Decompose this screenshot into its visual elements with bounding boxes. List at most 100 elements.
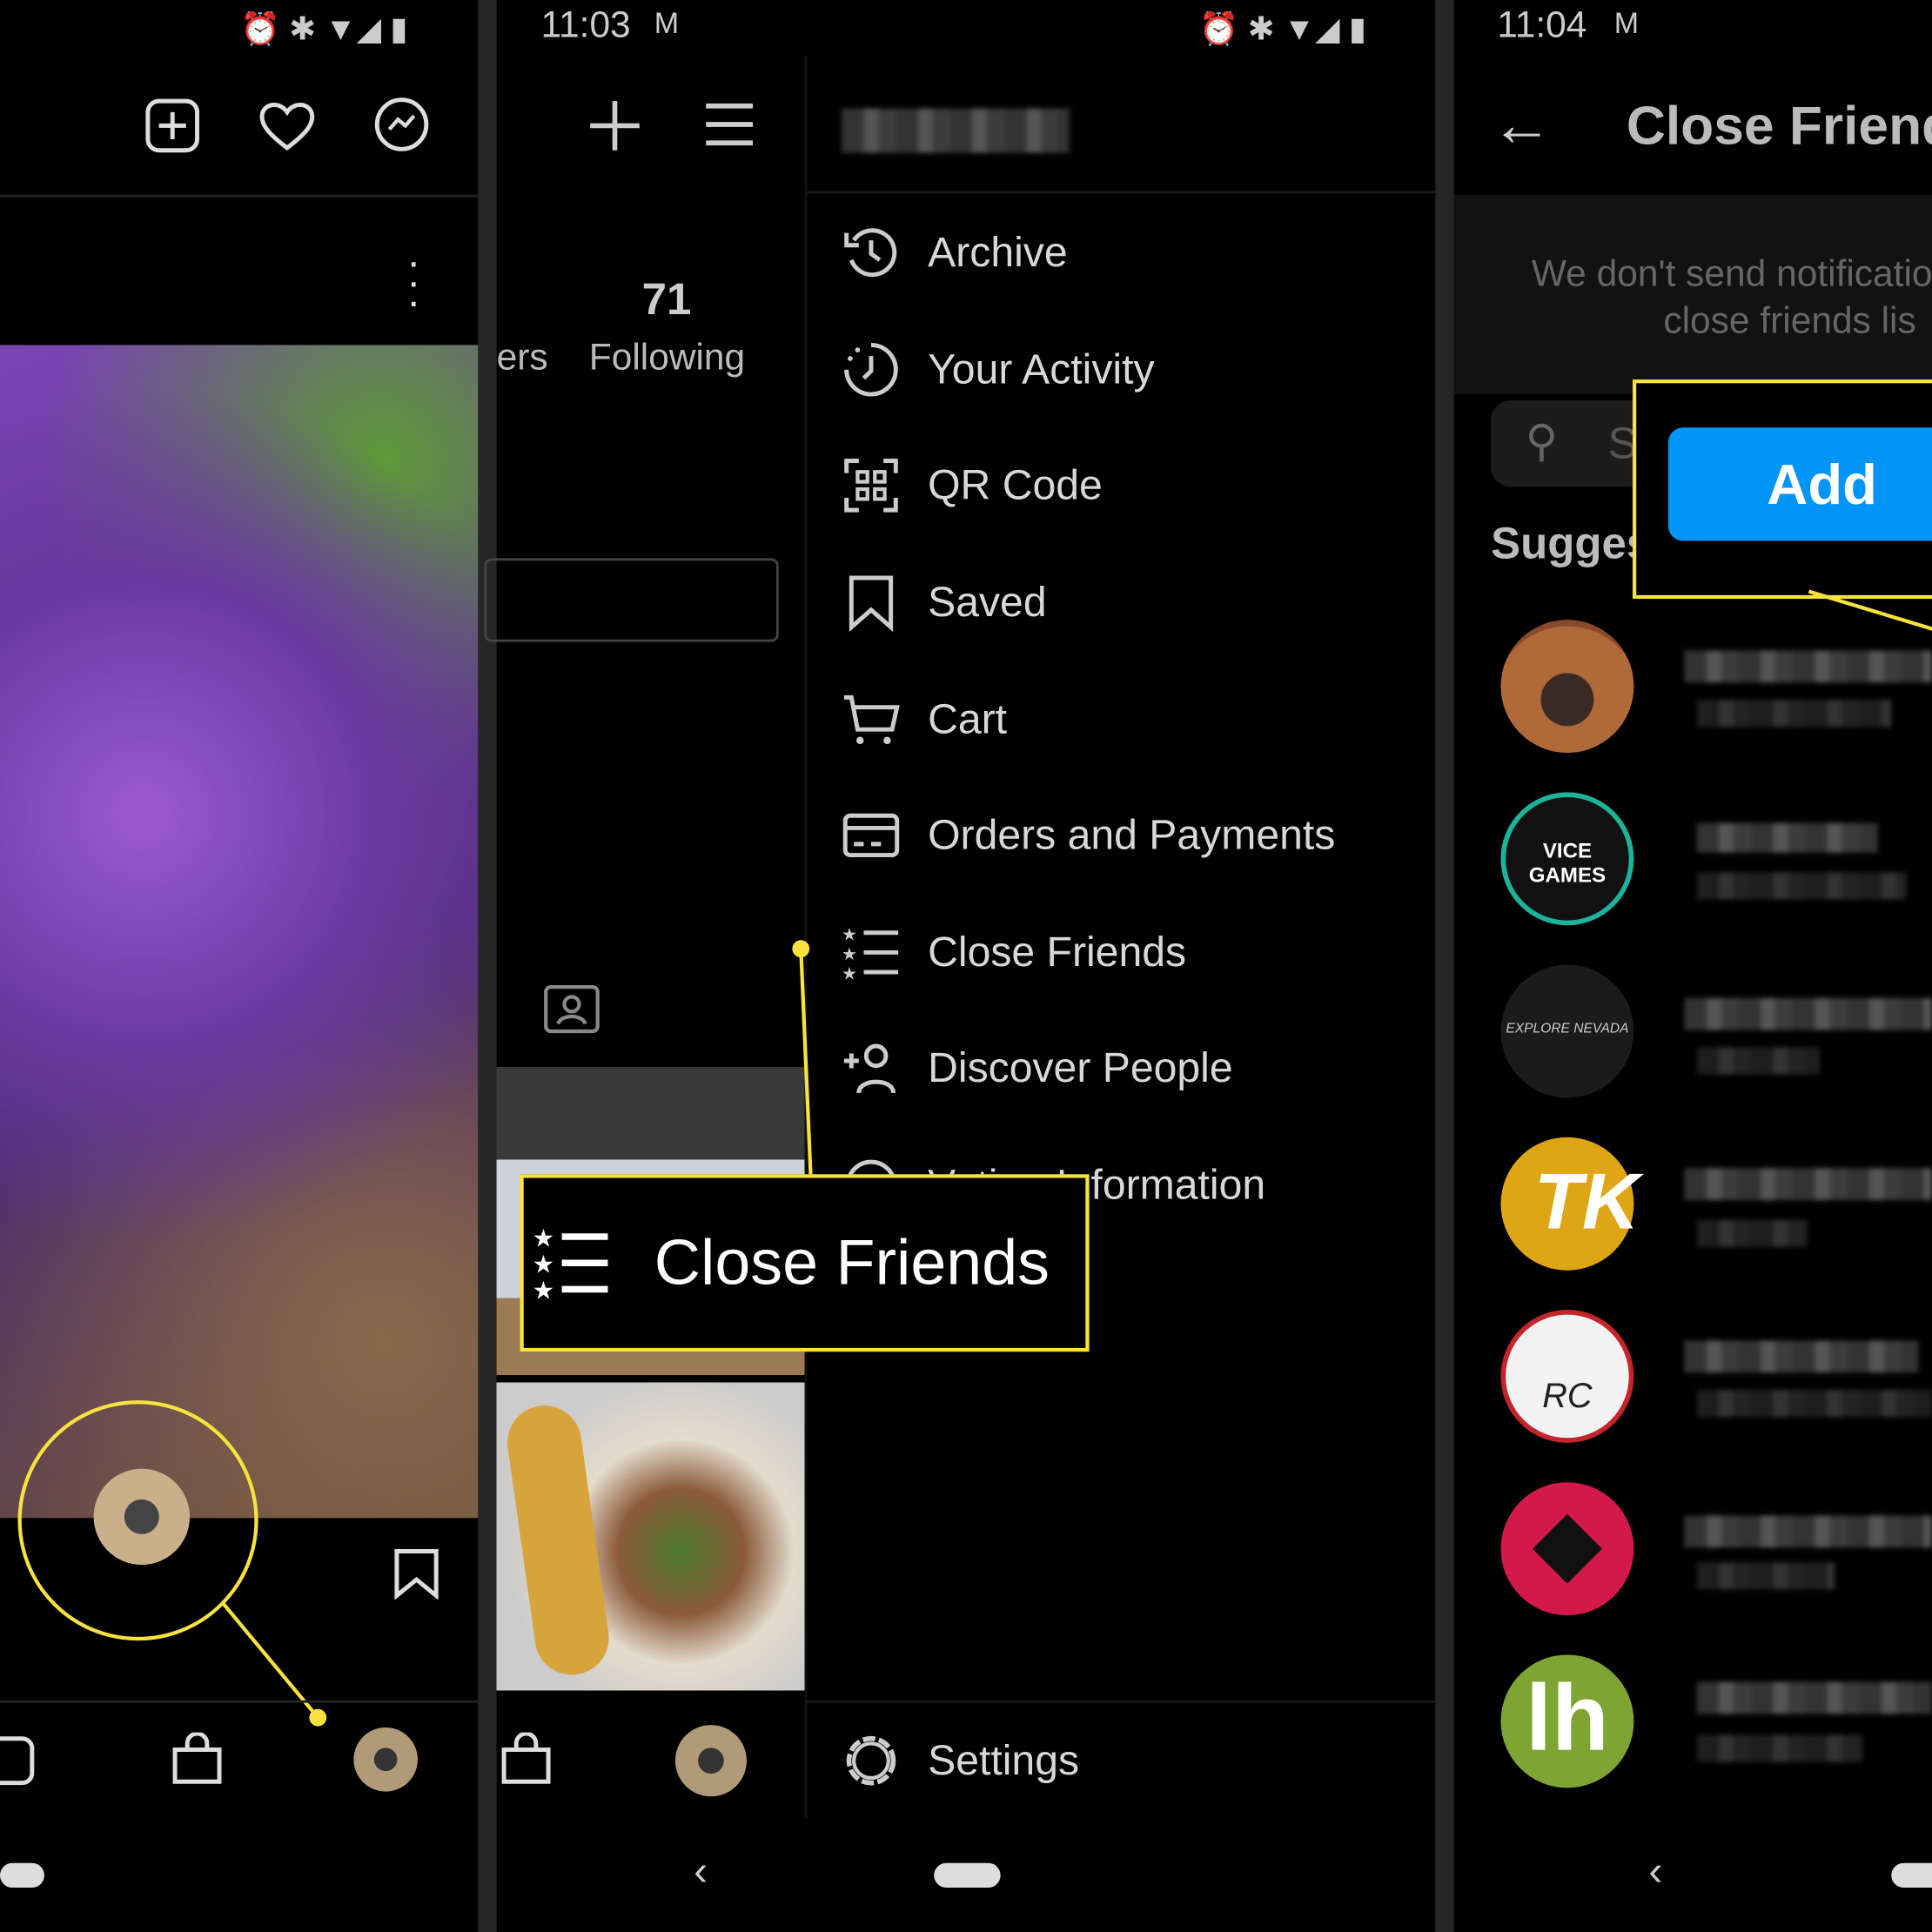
svg-text:★: ★ (842, 945, 857, 964)
callout-close-friends: ★ ★ ★ Close Friends (520, 1174, 1090, 1352)
close-friends-icon: ★★★ (842, 925, 899, 983)
search-icon: ⚲ (1525, 415, 1559, 466)
page-title: Close Friends (1626, 96, 1932, 157)
username-blurred (1684, 650, 1932, 683)
avatar-explore-nevada[interactable]: EXPLORE NEVADA (1500, 964, 1634, 1098)
divider (807, 1700, 1436, 1703)
panel-separator (478, 0, 497, 1932)
back-arrow-icon[interactable]: ← (1491, 89, 1553, 160)
bookmark-icon[interactable] (392, 1547, 441, 1600)
menu-item-settings[interactable]: Settings (842, 1724, 1079, 1798)
username-blurred (1696, 1681, 1932, 1714)
avatar-lh[interactable]: lh (1500, 1654, 1634, 1788)
close-friends-icon: ★★★ (533, 1224, 608, 1303)
shop-icon[interactable] (499, 1732, 553, 1787)
plus-icon[interactable] (587, 98, 641, 152)
menu-item-close-friends[interactable]: ★ ★ ★ Close Friends (842, 916, 1186, 989)
menu-item-orders-and-payments[interactable]: Orders and Payments (842, 798, 1335, 872)
post-image[interactable] (0, 345, 479, 1519)
notice-banner: We don't send notificatio close friends … (1453, 194, 1932, 395)
menu-label: Cart (928, 695, 1008, 743)
profile-tab-avatar[interactable] (674, 1725, 747, 1797)
status-time: 11:04 (1497, 4, 1587, 46)
menu-label: Archive (928, 228, 1068, 276)
cart-icon (843, 694, 900, 745)
logo-text: EXPLORE NEVADA (1506, 1021, 1629, 1036)
edit-profile-button[interactable] (484, 558, 779, 642)
callout-circle (17, 1400, 327, 1727)
logo-text: lh (1526, 1666, 1609, 1771)
status-time: 11:03 (540, 4, 631, 46)
followers-label[interactable]: ers (497, 338, 548, 379)
name-blurred (1696, 1390, 1932, 1418)
following-count: 71 (641, 273, 692, 325)
divider (0, 194, 479, 198)
avatar[interactable] (1500, 620, 1634, 754)
name-blurred (1696, 1562, 1835, 1590)
panel-close-friends: 11:04 M ← Close Friends We don't send no… (1453, 0, 1932, 1932)
notice-text: close friends lis (1663, 300, 1916, 342)
messenger-icon[interactable] (373, 96, 430, 152)
qr-code-icon (844, 459, 898, 513)
username-blurred (1696, 822, 1878, 853)
add-button[interactable]: Add (1668, 427, 1932, 541)
logo-text: VICE GAMES (1528, 839, 1607, 888)
notice-text: We don't send notificatio (1531, 253, 1932, 295)
back-nav-icon[interactable]: ‹ (694, 1848, 708, 1896)
menu-item-discover-people[interactable]: Discover People (842, 1031, 1233, 1105)
menu-label: Settings (928, 1736, 1080, 1784)
heart-icon[interactable] (258, 98, 317, 152)
callout-connector (1808, 589, 1932, 631)
avatar-vice-games[interactable]: VICE GAMES (1500, 792, 1634, 926)
svg-text:★: ★ (842, 965, 857, 983)
panel-separator (1435, 0, 1454, 1932)
menu-label: Saved (928, 578, 1047, 626)
name-blurred (1696, 700, 1892, 728)
card-icon (842, 813, 900, 858)
gear-icon (846, 1735, 896, 1786)
home-indicator[interactable] (1891, 1862, 1932, 1888)
menu-label: Orders and Payments (928, 811, 1336, 859)
menu-label: Discover People (928, 1043, 1233, 1091)
logo-text: RC (1542, 1376, 1593, 1415)
reels-icon[interactable] (0, 1734, 37, 1786)
hamburger-menu-icon[interactable] (703, 101, 755, 148)
menu-item-your-activity[interactable]: Your Activity (842, 332, 1155, 406)
suggested-heading: Sugges (1491, 517, 1652, 568)
menu-item-saved[interactable]: Saved (842, 566, 1047, 640)
activity-icon (844, 342, 898, 397)
username-blurred (1684, 1168, 1932, 1201)
back-nav-icon[interactable]: ‹ (1648, 1848, 1662, 1896)
menu-label: Your Activity (928, 345, 1155, 392)
gmail-icon: M (654, 7, 680, 41)
svg-text:★: ★ (842, 925, 857, 944)
add-person-icon (843, 1043, 896, 1094)
following-label[interactable]: Following (589, 338, 745, 379)
profile-tab-avatar[interactable] (353, 1727, 418, 1792)
panel-feed: ⏰ ✱ ▼◢ ▮ · · · (0, 0, 479, 1932)
divider (807, 191, 1436, 194)
name-blurred (1696, 1219, 1808, 1247)
menu-item-cart[interactable]: Cart (842, 682, 1007, 756)
menu-item-qr-code[interactable]: QR Code (842, 448, 1103, 522)
tagged-icon[interactable] (543, 980, 600, 1034)
username-blurred (1684, 1340, 1919, 1373)
home-indicator (0, 1862, 44, 1888)
svg-text:★: ★ (533, 1277, 554, 1303)
svg-text:★: ★ (533, 1224, 554, 1251)
gmail-icon: M (1613, 7, 1640, 41)
home-indicator[interactable] (934, 1862, 1001, 1888)
name-blurred (1696, 1734, 1863, 1762)
menu-label: Close Friends (928, 928, 1187, 976)
status-icons: ⏰ ✱ ▼◢ ▮ (240, 10, 408, 47)
callout-label: Close Friends (654, 1227, 1050, 1299)
shop-icon[interactable] (170, 1732, 224, 1787)
bookmark-icon (849, 575, 894, 633)
menu-item-archive[interactable]: Archive (842, 216, 1068, 290)
name-blurred (1696, 1047, 1821, 1075)
new-post-icon[interactable] (145, 98, 200, 153)
svg-text:★: ★ (533, 1251, 554, 1278)
logo-letter: TK (1533, 1157, 1640, 1246)
avatar-rc[interactable]: RC (1500, 1310, 1634, 1443)
more-options-icon[interactable]: · · · (406, 242, 420, 323)
